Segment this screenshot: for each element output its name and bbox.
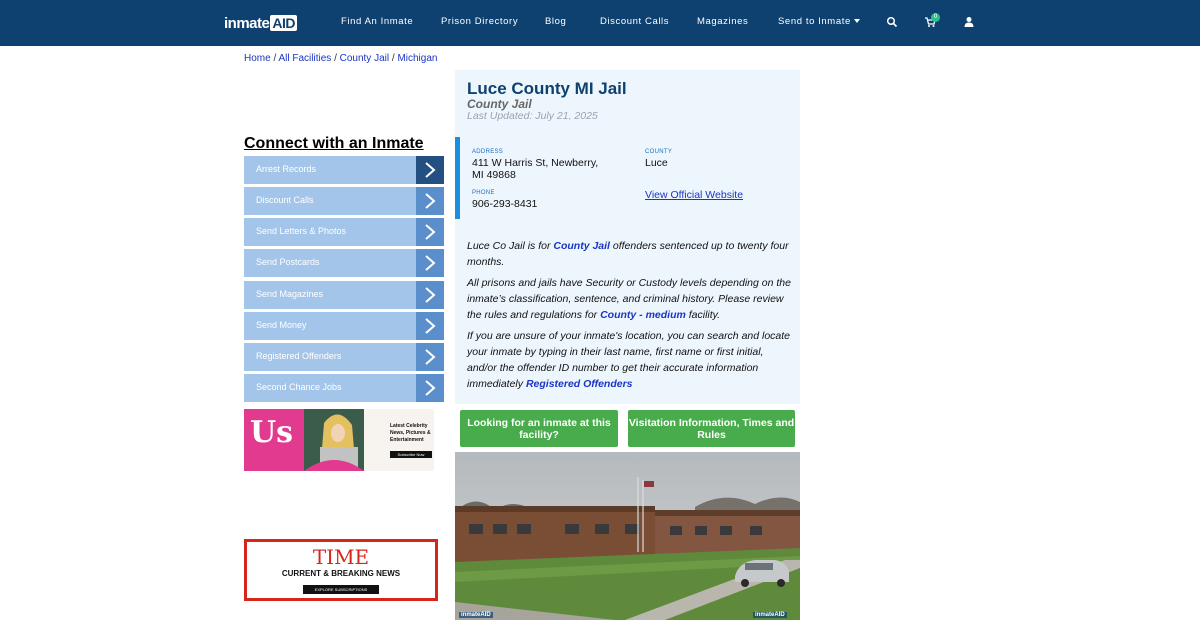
description-paragraph-1: Luce Co Jail is for County Jail offender… (467, 238, 792, 270)
sidebar-item-send-letters[interactable]: Send Letters & Photos (244, 218, 444, 246)
sidebar-item-send-magazines[interactable]: Send Magazines (244, 281, 444, 309)
sidebar-item-label: Send Letters & Photos (256, 226, 347, 236)
phone-label: PHONE (472, 190, 495, 196)
nav-magazines[interactable]: Magazines (697, 16, 748, 27)
breadcrumb-michigan[interactable]: Michigan (397, 53, 437, 64)
nav-blog[interactable]: Blog (545, 16, 566, 27)
photo-watermark-left: inmateAID (459, 612, 493, 618)
sidebar-item-label: Registered Offenders (256, 351, 342, 361)
chevron-right-icon (416, 156, 444, 184)
chevron-right-icon (416, 343, 444, 371)
address-label: ADDRESS (472, 149, 504, 155)
facility-last-updated: Last Updated: July 21, 2025 (467, 110, 598, 122)
chevron-right-icon (416, 281, 444, 309)
facility-type: County Jail (467, 97, 532, 111)
sidebar-item-label: Arrest Records (256, 164, 317, 174)
county-jail-link[interactable]: County Jail (553, 240, 610, 252)
description-paragraph-3: If you are unsure of your inmate's locat… (467, 328, 792, 392)
site-logo[interactable]: inmate AID (224, 14, 297, 32)
sidebar-item-label: Send Postcards (256, 257, 320, 267)
top-navbar: inmate AID Find An Inmate Prison Director… (0, 0, 1200, 46)
breadcrumb-separator: / (391, 53, 395, 64)
county-value: Luce (645, 157, 668, 169)
sidebar-item-send-postcards[interactable]: Send Postcards (244, 249, 444, 277)
chevron-down-icon (853, 19, 860, 24)
address-line1: 411 W Harris St, Newberry, (472, 157, 599, 169)
breadcrumb-home[interactable]: Home (244, 53, 271, 64)
facility-card: Luce County MI Jail County Jail Last Upd… (455, 70, 800, 404)
county-label: COUNTY (645, 149, 673, 155)
breadcrumb-county-jail[interactable]: County Jail (340, 53, 389, 64)
sidebar-item-arrest-records[interactable]: Arrest Records (244, 156, 444, 184)
facility-title: Luce County MI Jail (467, 79, 627, 98)
us-magazine-ad[interactable]: Us Latest Celebrity News, Pictures & Ent… (244, 409, 434, 471)
nav-send-to-inmate-label: Send to Inmate (778, 16, 851, 27)
sidebar-item-label: Second Chance Jobs (256, 382, 342, 392)
nav-prison-directory[interactable]: Prison Directory (441, 16, 518, 27)
chevron-right-icon (416, 249, 444, 277)
visitation-info-button[interactable]: Visitation Information, Times and Rules (628, 410, 795, 447)
breadcrumb-separator: / (334, 53, 337, 64)
sidebar-item-label: Send Magazines (256, 289, 324, 299)
desc-text: Luce Co Jail is for (467, 240, 554, 252)
logo-box: AID (270, 15, 297, 31)
breadcrumb: Home / All Facilities / County Jail / Mi… (244, 53, 437, 64)
time-ad-subtitle: CURRENT & BREAKING NEWS (281, 569, 401, 578)
us-ad-photo (304, 409, 364, 471)
connect-title: Connect with an Inmate (244, 135, 424, 152)
logo-text: inmate (224, 14, 270, 32)
chevron-right-icon (416, 374, 444, 402)
sidebar-item-send-money[interactable]: Send Money (244, 312, 444, 340)
find-inmate-button[interactable]: Looking for an inmate at this facility? (460, 410, 618, 447)
chevron-right-icon (416, 312, 444, 340)
chevron-right-icon (416, 187, 444, 215)
time-ad-button[interactable]: EXPLORE SUBSCRIPTIONS (303, 585, 379, 594)
us-ad-subscribe-button[interactable]: Subscribe Now (390, 451, 432, 458)
phone-value: 906-293-8431 (472, 198, 538, 210)
cart-count-badge: 0 (931, 13, 940, 22)
user-icon[interactable] (963, 16, 975, 28)
description-paragraph-2: All prisons and jails have Security or C… (467, 275, 792, 323)
nav-find-inmate[interactable]: Find An Inmate (341, 16, 413, 27)
county-medium-link[interactable]: County - medium (600, 309, 686, 321)
sidebar-item-registered-offenders[interactable]: Registered Offenders (244, 343, 444, 371)
breadcrumb-all-facilities[interactable]: All Facilities (278, 53, 331, 64)
facility-photo-image (455, 452, 800, 620)
breadcrumb-separator: / (273, 53, 277, 64)
chevron-right-icon (416, 218, 444, 246)
facility-info-box: ADDRESS 411 W Harris St, Newberry, MI 49… (455, 137, 800, 219)
address-line2: MI 49868 (472, 169, 516, 181)
sidebar-item-label: Send Money (256, 320, 307, 330)
time-ad-logo: TIME (312, 545, 370, 569)
registered-offenders-link[interactable]: Registered Offenders (526, 378, 633, 390)
us-ad-logo: Us (250, 415, 294, 450)
desc-text: facility. (685, 309, 721, 321)
nav-discount-calls[interactable]: Discount Calls (600, 16, 669, 27)
official-website-link[interactable]: View Official Website (645, 189, 743, 201)
us-ad-text: Latest Celebrity News, Pictures & Entert… (390, 423, 431, 443)
photo-watermark-right: inmateAID (753, 612, 787, 618)
search-icon[interactable] (886, 16, 898, 28)
nav-send-to-inmate[interactable]: Send to Inmate (778, 16, 860, 27)
facility-photo: inmateAID inmateAID (455, 452, 800, 620)
sidebar-item-label: Discount Calls (256, 195, 314, 205)
info-accent-bar (455, 137, 460, 219)
time-magazine-ad[interactable]: TIME CURRENT & BREAKING NEWS EXPLORE SUB… (244, 539, 438, 601)
sidebar-item-discount-calls[interactable]: Discount Calls (244, 187, 444, 215)
sidebar-item-second-chance-jobs[interactable]: Second Chance Jobs (244, 374, 444, 402)
